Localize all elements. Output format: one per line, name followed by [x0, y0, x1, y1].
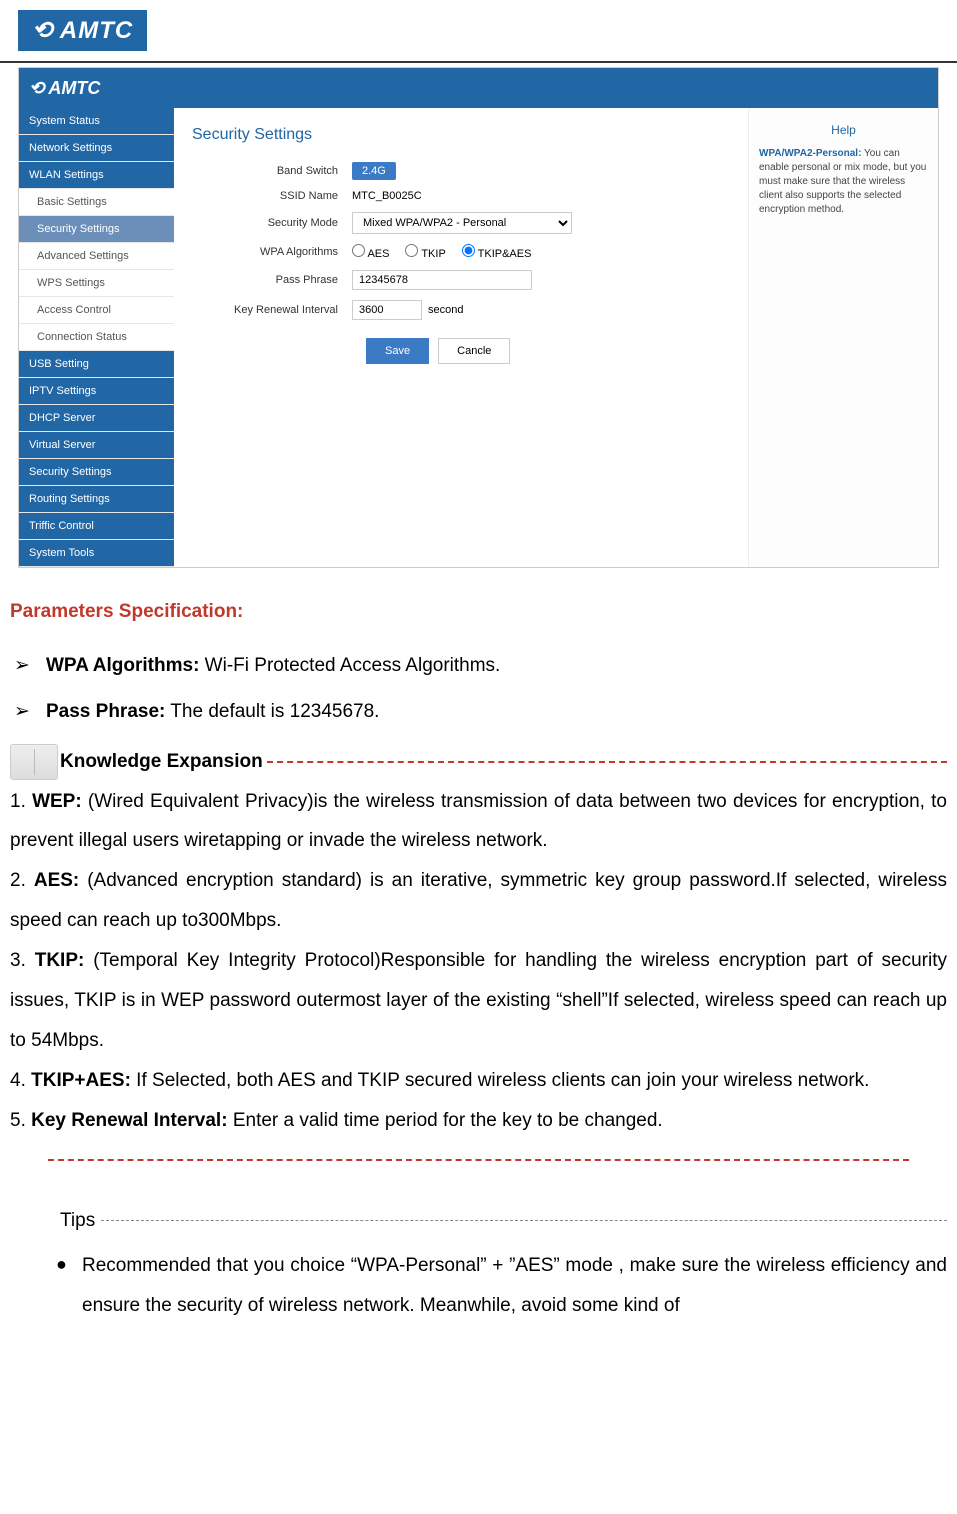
- tip-text: Recommended that you choice “WPA-Persona…: [82, 1246, 947, 1326]
- knowledge-title: Knowledge Expansion: [60, 742, 263, 782]
- sidebar-item[interactable]: DHCP Server: [19, 405, 174, 432]
- sidebar-item[interactable]: Network Settings: [19, 135, 174, 162]
- knowledge-item: 5. Key Renewal Interval: Enter a valid t…: [10, 1101, 947, 1141]
- label-key-renewal: Key Renewal Interval: [192, 304, 352, 316]
- document-body: Parameters Specification: ➢WPA Algorithm…: [0, 568, 957, 1336]
- cancel-button[interactable]: Cancle: [438, 338, 510, 364]
- arrow-icon: ➢: [14, 692, 46, 732]
- knowledge-item: 4. TKIP+AES: If Selected, both AES and T…: [10, 1061, 947, 1101]
- radio-option[interactable]: TKIP: [405, 244, 445, 260]
- help-title: Help: [759, 122, 928, 139]
- sidebar-item[interactable]: USB Setting: [19, 351, 174, 378]
- sidebar-item[interactable]: Security Settings: [19, 459, 174, 486]
- radio-input[interactable]: [352, 244, 365, 257]
- arrow-icon: ➢: [14, 646, 46, 686]
- tips-header: Tips: [30, 1201, 947, 1241]
- knowledge-item: 2. AES: (Advanced encryption standard) i…: [10, 861, 947, 941]
- label-wpa-alg: WPA Algorithms: [192, 246, 352, 258]
- radio-input[interactable]: [405, 244, 418, 257]
- sidebar-item[interactable]: Basic Settings: [19, 189, 174, 216]
- value-ssid: MTC_B0025C: [352, 190, 422, 202]
- row-security-mode: Security Mode Mixed WPA/WPA2 - Personal: [192, 212, 730, 234]
- row-wpa-alg: WPA Algorithms AES TKIP TKIP&AES: [192, 244, 730, 260]
- sidebar-item[interactable]: Routing Settings: [19, 486, 174, 513]
- book-icon: [10, 744, 58, 780]
- help-body: WPA/WPA2-Personal: You can enable person…: [759, 147, 928, 217]
- bullet-text: Pass Phrase: The default is 12345678.: [46, 692, 379, 732]
- button-row: Save Cancle: [366, 338, 730, 364]
- radio-option[interactable]: AES: [352, 244, 389, 260]
- radio-group-wpa: AES TKIP TKIP&AES: [352, 244, 730, 260]
- sidebar-item[interactable]: Advanced Settings: [19, 243, 174, 270]
- input-passphrase[interactable]: [352, 270, 532, 290]
- badge-band[interactable]: 2.4G: [352, 162, 396, 180]
- main-panel: Security Settings Band Switch 2.4G SSID …: [174, 108, 748, 567]
- sidebar-item[interactable]: Access Control: [19, 297, 174, 324]
- top-divider: [0, 61, 957, 63]
- bullet-text: WPA Algorithms: Wi-Fi Protected Access A…: [46, 646, 500, 686]
- bulb-icon: [30, 1204, 54, 1238]
- sidebar-item[interactable]: Security Settings: [19, 216, 174, 243]
- label-ssid: SSID Name: [192, 190, 352, 202]
- label-security-mode: Security Mode: [192, 217, 352, 229]
- sidebar-item[interactable]: WLAN Settings: [19, 162, 174, 189]
- select-security-mode[interactable]: Mixed WPA/WPA2 - Personal: [352, 212, 572, 234]
- sidebar-item[interactable]: Triffic Control: [19, 513, 174, 540]
- dashed-divider: [48, 1159, 909, 1161]
- label-band-switch: Band Switch: [192, 165, 352, 177]
- router-screenshot: AMTC System StatusNetwork SettingsWLAN S…: [18, 67, 939, 568]
- row-pass: Pass Phrase: [192, 270, 730, 290]
- router-topbar: AMTC: [19, 68, 938, 108]
- knowledge-item: 1. WEP: (Wired Equivalent Privacy)is the…: [10, 782, 947, 862]
- sidebar-item[interactable]: System Tools: [19, 540, 174, 567]
- row-ssid: SSID Name MTC_B0025C: [192, 190, 730, 202]
- knowledge-list: 1. WEP: (Wired Equivalent Privacy)is the…: [10, 782, 947, 1141]
- params-spec-title: Parameters Specification:: [10, 592, 947, 632]
- unit-key-renewal: second: [428, 304, 463, 316]
- sidebar-item[interactable]: IPTV Settings: [19, 378, 174, 405]
- page-logo: AMTC: [18, 10, 147, 51]
- label-pass: Pass Phrase: [192, 274, 352, 286]
- param-bullet: ➢WPA Algorithms: Wi-Fi Protected Access …: [14, 646, 947, 686]
- radio-option[interactable]: TKIP&AES: [462, 244, 532, 260]
- sidebar-item[interactable]: WPS Settings: [19, 270, 174, 297]
- dashed-line: [267, 761, 947, 763]
- help-strong: WPA/WPA2-Personal:: [759, 148, 861, 159]
- tips-title: Tips: [60, 1201, 95, 1241]
- tips-dashed-line: [101, 1220, 947, 1221]
- tip-item: ●Recommended that you choice “WPA-Person…: [56, 1246, 947, 1326]
- row-key-renewal: Key Renewal Interval second: [192, 300, 730, 320]
- input-key-renewal[interactable]: [352, 300, 422, 320]
- row-band-switch: Band Switch 2.4G: [192, 162, 730, 180]
- knowledge-header: Knowledge Expansion: [10, 742, 947, 782]
- params-bullets: ➢WPA Algorithms: Wi-Fi Protected Access …: [10, 646, 947, 732]
- help-panel: Help WPA/WPA2-Personal: You can enable p…: [748, 108, 938, 567]
- param-bullet: ➢Pass Phrase: The default is 12345678.: [14, 692, 947, 732]
- radio-input[interactable]: [462, 244, 475, 257]
- sidebar: System StatusNetwork SettingsWLAN Settin…: [19, 108, 174, 567]
- save-button[interactable]: Save: [366, 338, 429, 364]
- bullet-dot-icon: ●: [56, 1246, 82, 1326]
- sidebar-item[interactable]: Virtual Server: [19, 432, 174, 459]
- panel-title: Security Settings: [192, 126, 730, 144]
- tips-list: ●Recommended that you choice “WPA-Person…: [10, 1246, 947, 1326]
- knowledge-item: 3. TKIP: (Temporal Key Integrity Protoco…: [10, 941, 947, 1061]
- sidebar-item[interactable]: System Status: [19, 108, 174, 135]
- router-logo: AMTC: [29, 78, 100, 99]
- sidebar-item[interactable]: Connection Status: [19, 324, 174, 351]
